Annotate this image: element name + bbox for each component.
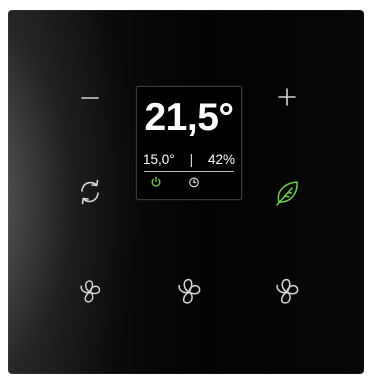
temperature-display: 21,5° 15,0° | 42% [136, 86, 242, 200]
humidity-value: 42% [207, 152, 235, 167]
plus-icon [278, 88, 296, 106]
thermostat-panel: 21,5° 15,0° | 42% [8, 10, 364, 374]
display-divider [144, 171, 234, 172]
leaf-icon [276, 181, 298, 206]
increase-button[interactable] [272, 82, 302, 112]
fan-speed-medium-button[interactable] [170, 273, 208, 311]
status-line: 15,0° | 42% [143, 152, 235, 168]
status-separator: | [189, 152, 194, 167]
fan-icon [178, 278, 201, 304]
sync-icon [81, 179, 99, 205]
fan-icon [276, 278, 299, 304]
current-temperature: 21,5° [144, 96, 234, 139]
eco-mode-button[interactable] [268, 174, 306, 212]
decrease-button[interactable] [75, 84, 105, 112]
setpoint-temperature: 15,0° [143, 152, 175, 167]
fan-speed-high-button[interactable] [268, 273, 306, 311]
minus-icon [81, 97, 99, 99]
clock-icon [189, 177, 199, 188]
power-icon [151, 176, 161, 187]
fan-speed-low-button[interactable] [73, 275, 107, 309]
fan-icon [80, 280, 101, 303]
mode-cycle-button[interactable] [72, 174, 108, 210]
